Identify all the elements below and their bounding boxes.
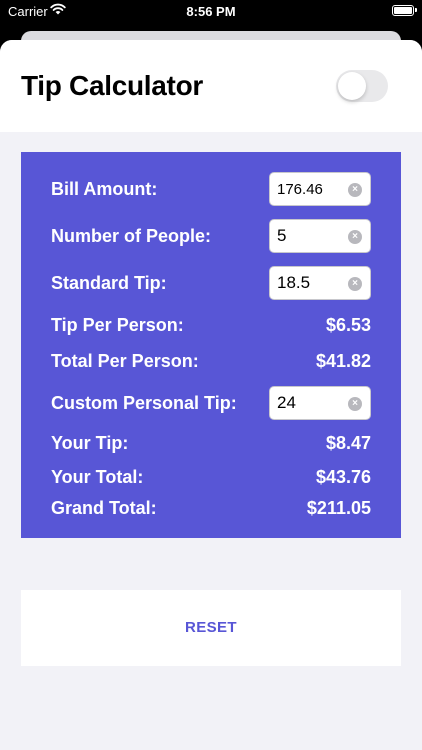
bill-amount-label: Bill Amount: bbox=[51, 179, 158, 199]
people-input[interactable] bbox=[277, 220, 345, 252]
tip-per-person-value: $6.53 bbox=[325, 315, 371, 335]
standard-tip-input[interactable] bbox=[277, 267, 345, 299]
clear-icon[interactable]: × bbox=[348, 230, 362, 244]
page-title: Tip Calculator bbox=[21, 70, 203, 101]
grand-total-value: $211.05 bbox=[306, 498, 371, 518]
your-tip-value: $8.47 bbox=[325, 433, 371, 453]
bill-amount-field[interactable]: × bbox=[269, 172, 371, 206]
clear-icon[interactable]: × bbox=[348, 277, 362, 291]
tip-per-person-label: Tip Per Person: bbox=[51, 315, 184, 335]
total-per-person-value: $41.82 bbox=[315, 351, 371, 371]
settings-toggle[interactable] bbox=[336, 70, 388, 102]
people-label: Number of People: bbox=[51, 226, 212, 246]
total-per-person-label: Total Per Person: bbox=[51, 351, 199, 371]
clear-icon[interactable]: × bbox=[348, 397, 362, 411]
standard-tip-field[interactable]: × bbox=[269, 266, 371, 300]
bill-amount-input[interactable] bbox=[277, 173, 345, 205]
calculator-card: Bill Amount: × Number of People: × Stand… bbox=[21, 152, 401, 538]
standard-tip-label: Standard Tip: bbox=[51, 273, 167, 293]
custom-tip-label: Custom Personal Tip: bbox=[51, 393, 237, 413]
custom-tip-input[interactable] bbox=[277, 387, 345, 419]
clear-icon[interactable]: × bbox=[348, 183, 362, 197]
reset-card: RESET bbox=[21, 590, 401, 666]
status-bar: Carrier 8:56 PM bbox=[0, 0, 422, 24]
status-time: 8:56 PM bbox=[186, 4, 236, 19]
modal-sheet: Tip Calculator Bill Amount: × Number of … bbox=[0, 40, 422, 750]
your-total-value: $43.76 bbox=[315, 467, 371, 487]
toggle-knob bbox=[338, 72, 366, 100]
header: Tip Calculator bbox=[0, 40, 422, 132]
your-total-label: Your Total: bbox=[51, 467, 144, 487]
battery-icon bbox=[392, 5, 417, 16]
grand-total-label: Grand Total: bbox=[51, 498, 157, 518]
custom-tip-field[interactable]: × bbox=[269, 386, 371, 420]
reset-button[interactable]: RESET bbox=[21, 590, 401, 666]
people-field[interactable]: × bbox=[269, 219, 371, 253]
your-tip-label: Your Tip: bbox=[51, 433, 129, 453]
